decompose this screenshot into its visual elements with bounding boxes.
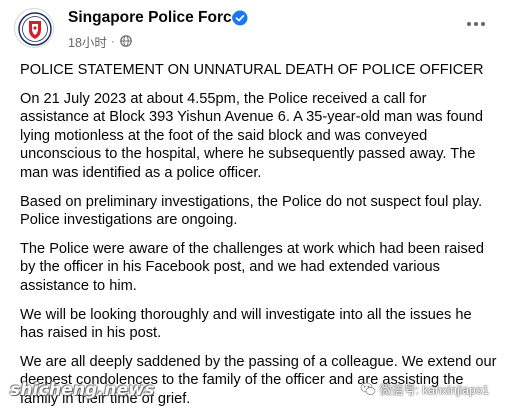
police-crest-icon (18, 12, 52, 46)
wechat-id-text: 微信号: kanxinjiapo1 (379, 382, 489, 397)
wechat-icon (360, 382, 375, 395)
site-watermark: shicheng.news (10, 380, 155, 400)
more-options-icon (481, 22, 485, 26)
more-options-button[interactable] (461, 14, 491, 34)
post-paragraph: The Police were aware of the challenges … (20, 240, 485, 294)
post-paragraph: We will be looking thoroughly and will i… (20, 306, 472, 342)
post-paragraph: Based on preliminary investigations, the… (20, 193, 483, 229)
page-avatar[interactable] (14, 8, 54, 48)
more-options-icon (467, 22, 471, 26)
post-paragraph: On 21 July 2023 at about 4.55pm, the Pol… (20, 90, 483, 181)
wechat-watermark: 微信号: kanxinjiapo1 (360, 379, 489, 399)
post-header: Singapore Police Force 18小时 · (0, 0, 507, 60)
post-body: POLICE STATEMENT ON UNNATURAL DEATH OF P… (20, 61, 498, 419)
meta-separator: · (110, 34, 115, 48)
post-headline: POLICE STATEMENT ON UNNATURAL DEATH OF P… (20, 62, 484, 78)
timestamp[interactable]: 18小时 (68, 32, 107, 51)
more-options-icon (474, 22, 478, 26)
page-name[interactable]: Singapore Police Force (68, 9, 240, 27)
post-meta: 18小时 · (68, 32, 132, 51)
globe-icon (120, 35, 132, 47)
verified-badge-icon (232, 10, 248, 26)
